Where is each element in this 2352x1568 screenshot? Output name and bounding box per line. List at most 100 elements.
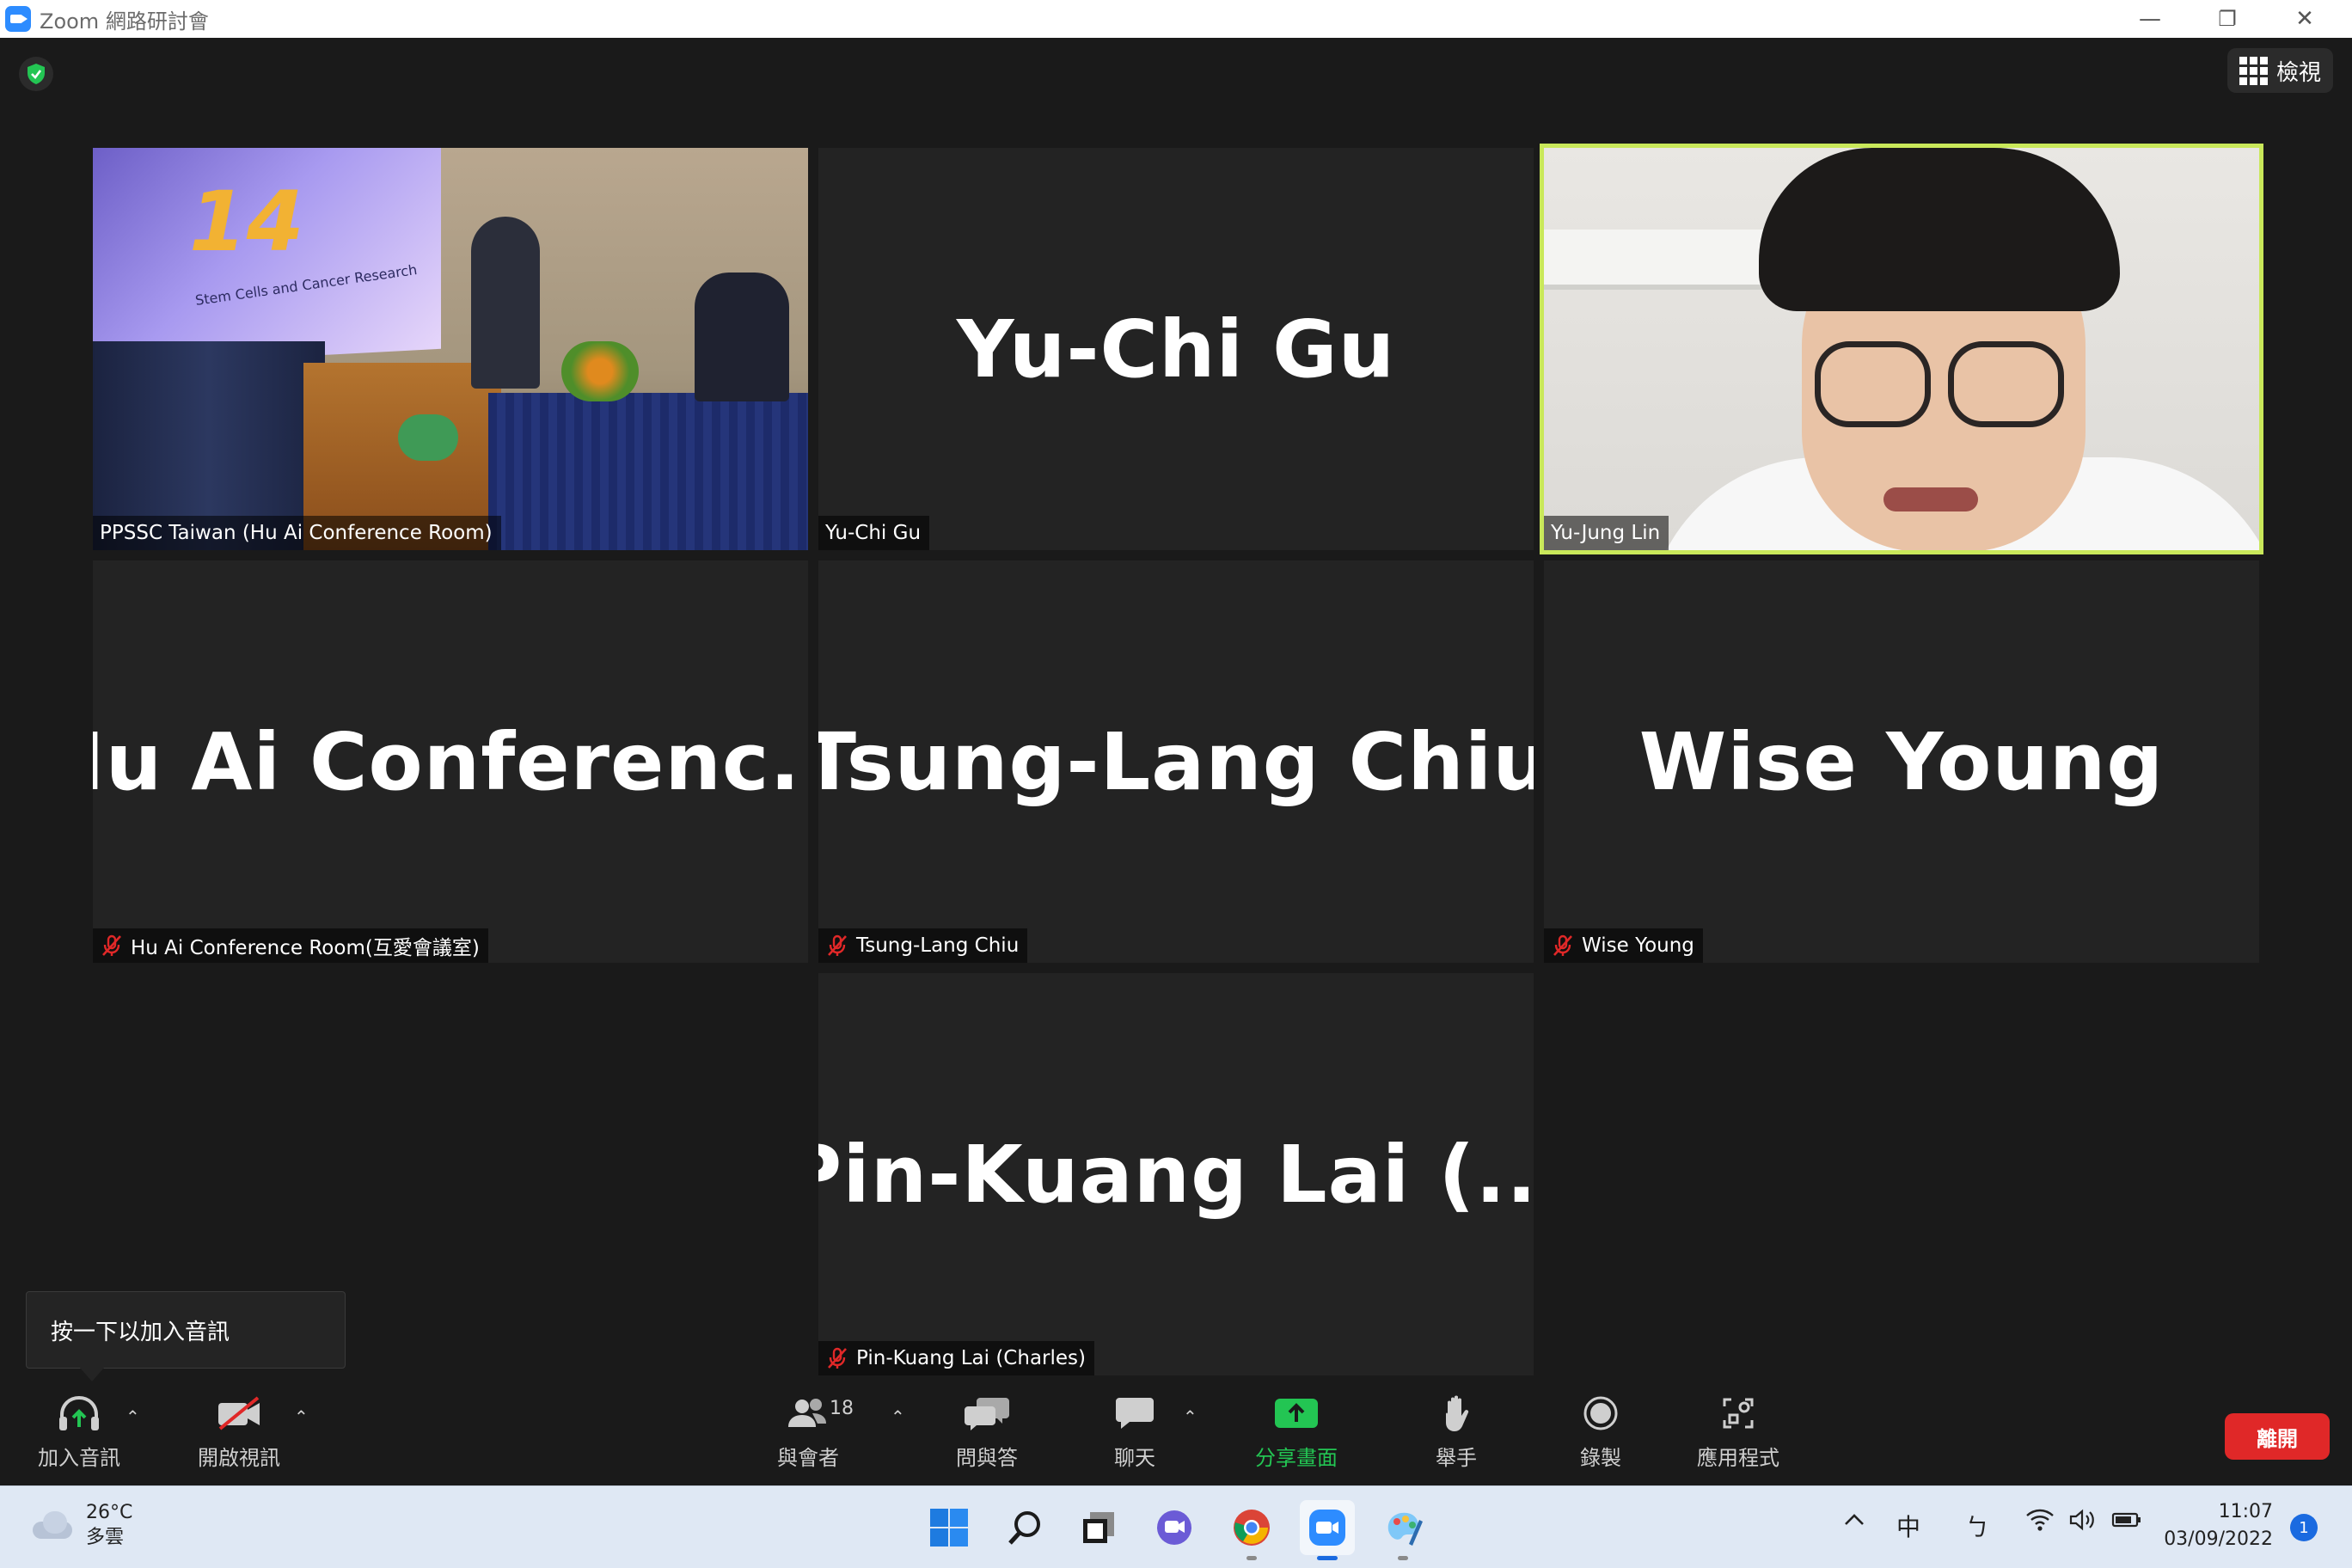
- chrome-running-indicator: [1246, 1556, 1257, 1560]
- meeting-toolbar: 加入音訊 ⌃ 開啟視訊 ⌃ 18 與會者 ⌃ 問與答 聊天 ⌃ 分享畫面 舉手 …: [0, 1382, 2352, 1485]
- title-bar: Zoom 網路研討會 — ❐ ✕: [0, 0, 2352, 38]
- task-view-icon[interactable]: [1071, 1500, 1126, 1555]
- record-button[interactable]: 錄製: [1532, 1389, 1669, 1471]
- video-tile-ppssc-taiwan[interactable]: 14 Stem Cells and Cancer Research PPSSC …: [93, 148, 808, 550]
- search-icon[interactable]: [997, 1500, 1052, 1555]
- window-title: Zoom 網路研討會: [40, 9, 209, 34]
- join-audio-tooltip: 按一下以加入音訊: [26, 1291, 346, 1381]
- paint-running-indicator: [1398, 1556, 1408, 1560]
- share-screen-icon: [1273, 1389, 1320, 1437]
- apps-button[interactable]: 應用程式: [1669, 1389, 1807, 1471]
- seated-person: [695, 273, 789, 401]
- join-audio-button[interactable]: 加入音訊: [10, 1389, 148, 1471]
- volume-icon[interactable]: [2068, 1507, 2098, 1539]
- apps-label: 應用程式: [1697, 1446, 1779, 1470]
- chat-button[interactable]: 聊天: [1066, 1389, 1204, 1471]
- participant-display-name: Wise Young: [1638, 715, 2165, 808]
- speaker-mouth: [1883, 487, 1978, 511]
- weather-temperature: 26°C: [86, 1502, 133, 1523]
- slide-number: 14: [189, 174, 304, 270]
- chat-label: 聊天: [1114, 1446, 1155, 1470]
- mic-muted-icon: [100, 934, 124, 958]
- video-tile-pin-kuang-lai[interactable]: Pin-Kuang Lai (... Pin-Kuang Lai (Charle…: [818, 973, 1534, 1375]
- mic-muted-icon: [825, 934, 849, 958]
- video-tile-tsung-lang-chiu[interactable]: Tsung-Lang Chiu Tsung-Lang Chiu: [818, 560, 1534, 963]
- join-audio-label: 加入音訊: [38, 1446, 120, 1470]
- glasses-right: [1948, 341, 2064, 427]
- qa-label: 問與答: [956, 1446, 1018, 1470]
- participant-display-name: Pin-Kuang Lai (...: [818, 1128, 1534, 1221]
- standing-person: [471, 217, 540, 389]
- speaker-hair: [1759, 148, 2120, 311]
- qa-button[interactable]: 問與答: [918, 1389, 1056, 1471]
- participant-name-label: Yu-Jung Lin: [1544, 516, 1669, 550]
- air-conditioner: [1544, 230, 1767, 290]
- record-icon: [1582, 1389, 1620, 1437]
- start-video-button[interactable]: 開啟視訊: [170, 1389, 308, 1471]
- zoom-active-indicator: [1317, 1556, 1338, 1560]
- participants-button[interactable]: 18 與會者: [739, 1389, 877, 1471]
- record-label: 錄製: [1580, 1446, 1621, 1470]
- chat-icon: [1114, 1389, 1155, 1437]
- participant-display-name: Hu Ai Conferenc...: [93, 715, 808, 808]
- participant-name-label: Hu Ai Conference Room(互愛會議室): [93, 928, 488, 963]
- participants-options-caret[interactable]: ⌃: [891, 1406, 905, 1427]
- start-video-label: 開啟視訊: [198, 1446, 280, 1470]
- participant-display-name: Yu-Chi Gu: [956, 303, 1396, 395]
- glasses-left: [1815, 341, 1931, 427]
- security-shield-icon[interactable]: [19, 57, 53, 91]
- cloudy-icon: [29, 1511, 74, 1539]
- raise-hand-label: 舉手: [1436, 1446, 1477, 1470]
- participant-name-label: Tsung-Lang Chiu: [818, 928, 1028, 963]
- wifi-icon[interactable]: [2025, 1507, 2055, 1539]
- windows-start-icon[interactable]: [922, 1500, 977, 1555]
- participant-name-label: Yu-Chi Gu: [818, 516, 930, 550]
- minimize-button[interactable]: —: [2111, 0, 2189, 38]
- zoom-taskbar-icon[interactable]: [1300, 1500, 1355, 1560]
- participant-name-label: Pin-Kuang Lai (Charles): [818, 1341, 1094, 1375]
- notification-badge[interactable]: 1: [2290, 1514, 2318, 1541]
- windows-taskbar: 26°C 多雲 中 ㄅ 11:07 03/09/2022 1: [0, 1485, 2352, 1568]
- apps-icon: [1721, 1389, 1755, 1437]
- meeting-stage: 檢視 14 Stem Cells and Cancer Research PPS…: [0, 38, 2352, 1485]
- clock-date: 03/09/2022: [2164, 1528, 2273, 1550]
- audio-options-caret[interactable]: ⌃: [126, 1406, 140, 1427]
- weather-widget[interactable]: 26°C 多雲: [29, 1500, 132, 1550]
- ime-bopomofo-indicator[interactable]: ㄅ: [1965, 1509, 1989, 1543]
- participant-display-name: Tsung-Lang Chiu: [818, 715, 1534, 808]
- ime-mode-indicator[interactable]: 中: [1896, 1509, 1920, 1543]
- video-tile-yu-chi-gu[interactable]: Yu-Chi Gu Yu-Chi Gu: [818, 148, 1534, 550]
- leave-button[interactable]: 離開: [2225, 1413, 2330, 1460]
- qa-icon: [963, 1389, 1011, 1437]
- video-tile-yu-jung-lin[interactable]: Yu-Jung Lin: [1540, 144, 2263, 554]
- mic-muted-icon: [1551, 934, 1575, 958]
- podium-emblem: [398, 414, 458, 461]
- mic-muted-icon: [825, 1346, 849, 1370]
- participants-icon: 18: [787, 1389, 854, 1437]
- headphones-icon: [55, 1389, 103, 1437]
- participant-name-label: Wise Young: [1544, 928, 1703, 963]
- zoom-app-icon: [5, 6, 31, 32]
- restore-button[interactable]: ❐: [2189, 0, 2266, 38]
- show-hidden-icons-chevron-icon[interactable]: [1841, 1507, 1867, 1539]
- chat-options-caret[interactable]: ⌃: [1183, 1406, 1197, 1427]
- battery-icon[interactable]: [2111, 1507, 2142, 1539]
- video-tile-hu-ai-conference-room[interactable]: Hu Ai Conferenc... Hu Ai Conference Room…: [93, 560, 808, 963]
- video-off-icon: [215, 1389, 263, 1437]
- video-options-caret[interactable]: ⌃: [294, 1406, 309, 1427]
- weather-description: 多雲: [86, 1527, 125, 1548]
- share-screen-label: 分享畫面: [1255, 1446, 1338, 1470]
- paint-icon[interactable]: [1375, 1500, 1430, 1560]
- view-button[interactable]: 檢視: [2226, 48, 2333, 93]
- conference-table: [488, 393, 808, 550]
- teams-chat-icon[interactable]: [1147, 1500, 1202, 1555]
- participants-label: 與會者: [777, 1446, 839, 1470]
- system-clock[interactable]: 11:07 03/09/2022: [2149, 1498, 2273, 1553]
- chrome-icon[interactable]: [1224, 1500, 1279, 1560]
- clock-time: 11:07: [2218, 1501, 2273, 1522]
- video-tile-wise-young[interactable]: Wise Young Wise Young: [1544, 560, 2259, 963]
- close-button[interactable]: ✕: [2266, 0, 2343, 38]
- share-screen-button[interactable]: 分享畫面: [1228, 1389, 1365, 1471]
- raise-hand-button[interactable]: 舉手: [1387, 1389, 1525, 1471]
- participants-count: 18: [830, 1398, 854, 1419]
